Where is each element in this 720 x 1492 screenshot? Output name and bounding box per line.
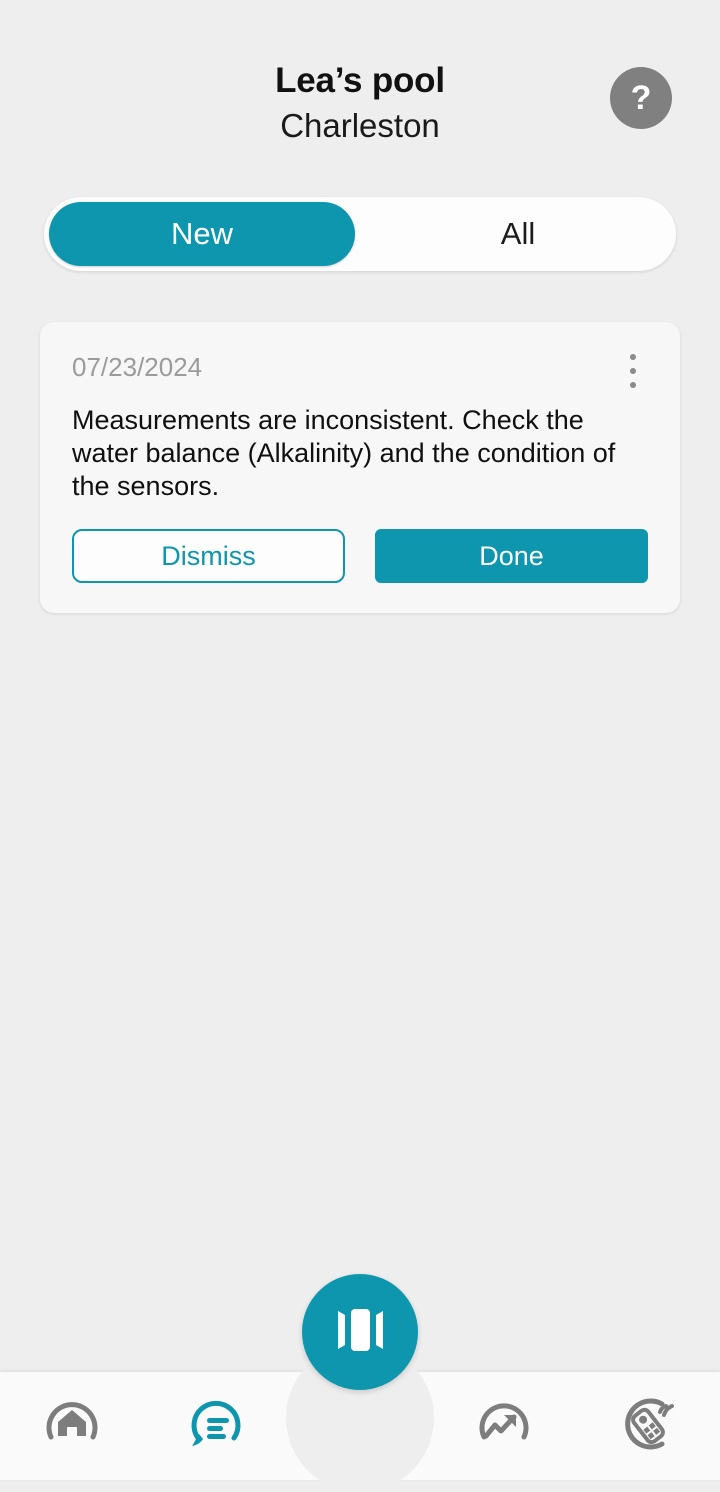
nav-item-home[interactable] — [0, 1372, 144, 1480]
nav-item-messages[interactable] — [144, 1372, 288, 1480]
card-header-row: 07/23/2024 — [72, 352, 648, 388]
tab-all[interactable]: All — [365, 202, 671, 266]
filter-segmented-control: New All — [44, 197, 676, 271]
done-button[interactable]: Done — [375, 529, 648, 583]
messages-icon — [184, 1392, 248, 1461]
test-strip-fab-button[interactable] — [302, 1274, 418, 1390]
notification-date: 07/23/2024 — [72, 352, 203, 382]
remote-control-icon — [616, 1392, 680, 1461]
nav-item-remote[interactable] — [576, 1372, 720, 1480]
test-strip-icon — [328, 1301, 392, 1364]
kebab-menu-icon[interactable] — [618, 352, 648, 388]
tab-new[interactable]: New — [49, 202, 355, 266]
card-actions: Dismiss Done — [72, 529, 648, 583]
notification-message: Measurements are inconsistent. Check the… — [72, 405, 616, 501]
help-icon[interactable]: ? — [610, 67, 672, 129]
nav-item-statistics[interactable] — [432, 1372, 576, 1480]
statistics-icon — [473, 1393, 535, 1460]
app-header: Lea’s pool Charleston ? — [0, 0, 720, 180]
notification-card: 07/23/2024 Measurements are inconsistent… — [40, 322, 680, 613]
home-icon — [41, 1393, 103, 1460]
dismiss-button[interactable]: Dismiss — [72, 529, 345, 583]
